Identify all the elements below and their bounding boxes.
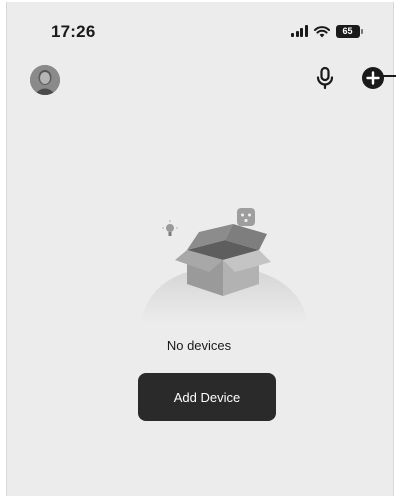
smart-plug-icon <box>237 208 255 226</box>
add-circle-icon[interactable] <box>362 67 384 89</box>
wifi-icon <box>313 25 330 37</box>
callout-pointer-line <box>380 75 396 77</box>
battery-icon: 65 <box>335 24 363 38</box>
add-device-button[interactable]: Add Device <box>138 373 276 421</box>
status-time: 17:26 <box>51 22 96 41</box>
empty-state-message: No devices <box>166 338 232 353</box>
lightbulb-icon <box>162 220 178 236</box>
empty-box-illustration <box>141 202 311 324</box>
status-icons: 65 <box>291 23 363 39</box>
avatar-icon[interactable] <box>30 65 60 95</box>
microphone-icon[interactable] <box>314 66 336 90</box>
app-screen: 17:26 65 No devices Add Device <box>6 2 394 496</box>
cellular-signal-icon <box>291 25 308 37</box>
